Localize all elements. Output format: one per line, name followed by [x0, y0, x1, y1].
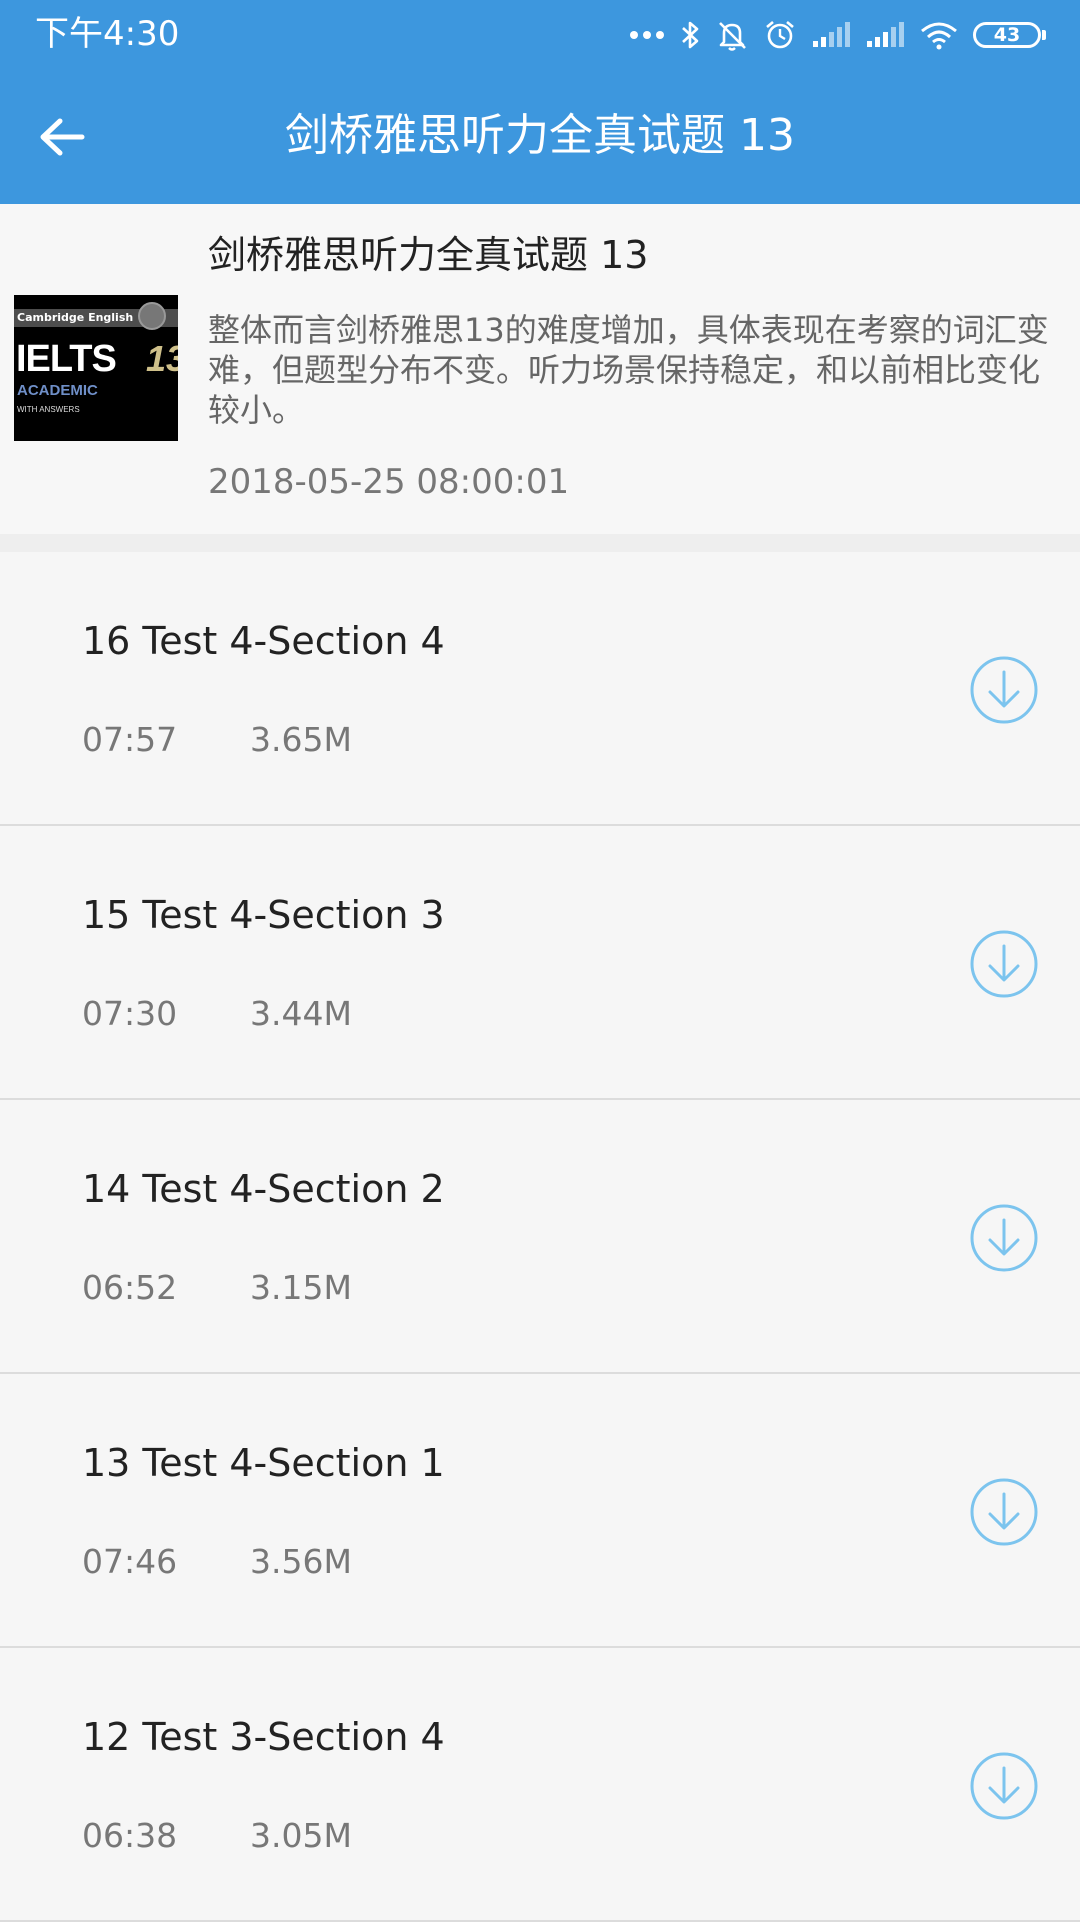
download-button[interactable]	[966, 926, 1042, 1002]
track-duration: 07:57	[82, 720, 178, 759]
signal-1-icon	[811, 21, 851, 49]
track-size: 3.05M	[250, 1816, 352, 1855]
download-button[interactable]	[966, 1748, 1042, 1824]
track-title: 12 Test 3-Section 4	[82, 1715, 445, 1759]
status-bar: 下午4:30 43	[0, 0, 1080, 70]
track-title: 15 Test 4-Section 3	[82, 893, 445, 937]
track-row[interactable]: 15 Test 4-Section 3 07:30 3.44M	[0, 826, 1080, 1100]
battery-icon: 43	[973, 22, 1041, 48]
track-duration: 07:30	[82, 994, 178, 1033]
track-size: 3.44M	[250, 994, 352, 1033]
download-circle-icon	[970, 656, 1038, 724]
book-title: 剑桥雅思听力全真试题 13	[208, 233, 649, 277]
cover-brand: Cambridge English	[17, 311, 134, 324]
battery-tip	[1042, 30, 1046, 40]
cover-subtitle: ACADEMIC	[17, 382, 98, 399]
download-circle-icon	[970, 1204, 1038, 1272]
track-row[interactable]: 16 Test 4-Section 4 07:57 3.65M	[0, 552, 1080, 826]
book-description: 整体而言剑桥雅思13的难度增加，具体表现在考察的词汇变难，但题型分布不变。听力场…	[208, 311, 1049, 429]
track-title: 16 Test 4-Section 4	[82, 619, 445, 663]
track-title: 14 Test 4-Section 2	[82, 1167, 445, 1211]
top-bar: 下午4:30 43 剑桥雅思听力全真试题 13	[0, 0, 1080, 204]
track-row[interactable]: 12 Test 3-Section 4 06:38 3.05M	[0, 1648, 1080, 1922]
battery-indicator: 43	[973, 22, 1046, 48]
track-duration: 06:38	[82, 1816, 178, 1855]
track-size: 3.65M	[250, 720, 352, 759]
book-header: Cambridge English IELTS 13 ACADEMIC WITH…	[0, 204, 1080, 534]
alarm-icon	[763, 18, 797, 52]
app-bar: 剑桥雅思听力全真试题 13	[0, 70, 1080, 204]
download-button[interactable]	[966, 1200, 1042, 1276]
wifi-icon	[919, 20, 959, 50]
download-circle-icon	[970, 1752, 1038, 1820]
track-size: 3.15M	[250, 1268, 352, 1307]
cover-note: WITH ANSWERS	[17, 405, 80, 414]
track-duration: 07:46	[82, 1542, 178, 1581]
track-size: 3.56M	[250, 1542, 352, 1581]
track-list: 16 Test 4-Section 4 07:57 3.65M 15 Test …	[0, 552, 1080, 1922]
battery-level: 43	[993, 24, 1021, 46]
page-title: 剑桥雅思听力全真试题 13	[285, 110, 795, 161]
cover-title: IELTS	[16, 338, 117, 380]
section-divider	[0, 534, 1080, 552]
track-duration: 06:52	[82, 1268, 178, 1307]
signal-2-icon	[865, 21, 905, 49]
download-circle-icon	[970, 1478, 1038, 1546]
status-time: 下午4:30	[35, 14, 180, 54]
track-row[interactable]: 14 Test 4-Section 2 06:52 3.15M	[0, 1100, 1080, 1374]
download-button[interactable]	[966, 1474, 1042, 1550]
track-row[interactable]: 13 Test 4-Section 1 07:46 3.56M	[0, 1374, 1080, 1648]
book-cover-image: Cambridge English IELTS 13 ACADEMIC WITH…	[14, 295, 178, 441]
track-title: 13 Test 4-Section 1	[82, 1441, 445, 1485]
mute-bell-icon	[715, 18, 749, 52]
status-icons: 43	[629, 16, 1046, 54]
download-circle-icon	[970, 930, 1038, 998]
cover-number: 13	[146, 338, 178, 379]
book-date: 2018-05-25 08:00:01	[208, 462, 570, 502]
bluetooth-icon	[679, 19, 701, 51]
download-button[interactable]	[966, 652, 1042, 728]
cover-seal-icon	[138, 302, 166, 330]
more-dots-icon	[629, 30, 665, 40]
